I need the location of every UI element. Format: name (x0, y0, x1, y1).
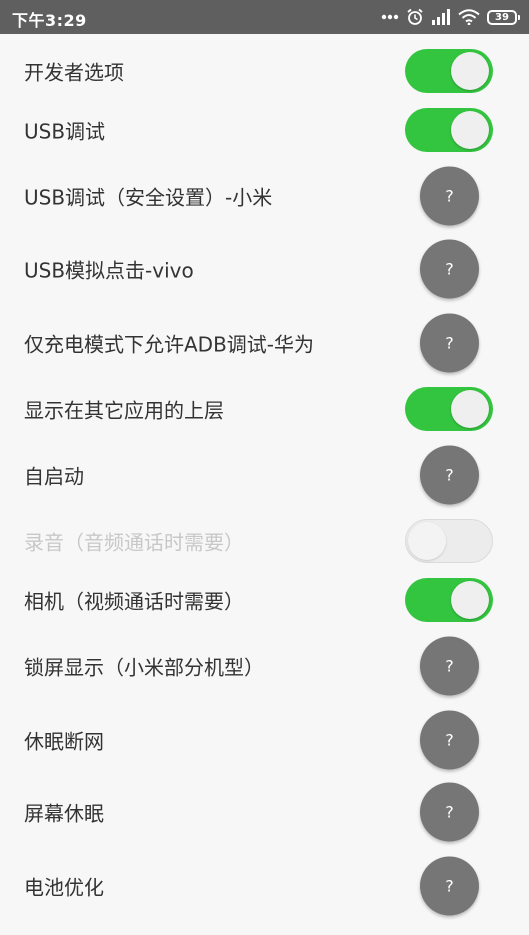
toggle-knob (451, 52, 489, 90)
camera-toggle[interactable] (405, 578, 493, 622)
toggle-knob (451, 390, 489, 428)
setting-label: 相机（视频通话时需要） (24, 589, 244, 614)
status-time: 下午3:29 (12, 11, 87, 30)
help-button[interactable]: ? (420, 710, 479, 770)
setting-label: 锁屏显示（小米部分机型） (24, 655, 264, 680)
setting-label: USB调试（安全设置）-小米 (24, 185, 273, 210)
setting-label: 电池优化 (24, 875, 104, 900)
developer-options-toggle[interactable] (405, 49, 493, 93)
help-button[interactable]: ? (420, 445, 479, 505)
help-button[interactable]: ? (420, 856, 479, 916)
more-dots-icon (381, 14, 399, 20)
audio-recording-toggle[interactable] (405, 519, 493, 563)
setting-label: 显示在其它应用的上层 (24, 398, 224, 423)
status-bar: 下午3:29 39 (0, 0, 529, 34)
setting-label: 录音（音频通话时需要） (24, 530, 244, 555)
help-button[interactable]: ? (420, 782, 479, 842)
signal-bars-icon (431, 9, 451, 25)
setting-label: USB调试 (24, 119, 106, 144)
toggle-knob (451, 111, 489, 149)
setting-label: 仅充电模式下允许ADB调试-华为 (24, 332, 315, 357)
wifi-icon (458, 9, 480, 25)
setting-label: 休眠断网 (24, 729, 104, 754)
setting-label: USB模拟点击-vivo (24, 258, 194, 283)
help-button[interactable]: ? (420, 166, 479, 226)
setting-label: 屏幕休眠 (24, 801, 104, 826)
toggle-knob (408, 522, 446, 560)
help-button[interactable]: ? (420, 313, 479, 373)
toggle-knob (451, 581, 489, 619)
help-button[interactable]: ? (420, 636, 479, 696)
battery-icon: 39 (487, 9, 520, 25)
alarm-clock-icon (406, 8, 424, 26)
setting-label: 自启动 (24, 464, 84, 489)
help-button[interactable]: ? (420, 239, 479, 299)
usb-debugging-toggle[interactable] (405, 108, 493, 152)
setting-label: 开发者选项 (24, 60, 124, 85)
status-icons: 39 (381, 6, 520, 28)
display-over-other-apps-toggle[interactable] (405, 387, 493, 431)
